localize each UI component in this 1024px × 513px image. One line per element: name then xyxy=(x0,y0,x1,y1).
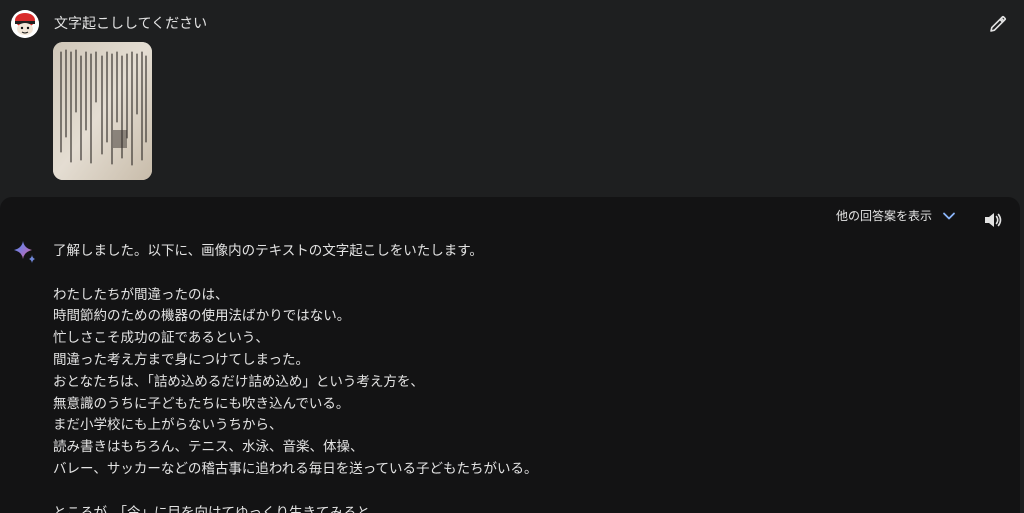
book-page-photo xyxy=(53,42,152,180)
transcript-line: 読み書きはもちろん、テニス、水泳、音楽、体操、 xyxy=(53,439,364,456)
transcript-line: 無意識のうちに子どもたちにも吹き込んでいる。 xyxy=(53,395,350,412)
transcript-line: バレー、サッカーなどの稽古事に追われる毎日を送っている子どもたちがいる。 xyxy=(53,460,538,477)
gemini-sparkle-icon xyxy=(13,240,37,264)
chat-page: 文字起こししてください 他の回答案を表示 了解しました。以下に、画像内のテキスト… xyxy=(0,0,1024,513)
transcript-line-partial: ところが、「今」に目を向けてゆっくり生きてみると、 xyxy=(53,504,383,513)
transcript-line: 忙しさこそ成功の証であるという、 xyxy=(53,330,269,347)
user-prompt-text: 文字起こししてください xyxy=(54,16,208,32)
transcript-line: わたしたちが間違ったのは、 xyxy=(53,286,229,303)
transcript-line: おとなたちは、「詰め込めるだけ詰め込め」という考え方を、 xyxy=(53,373,424,390)
chevron-down-icon xyxy=(942,211,956,221)
speaker-icon xyxy=(985,213,1002,227)
show-drafts-label: 他の回答案を表示 xyxy=(836,209,933,223)
transcript-line: 時間節約のための機器の使用法ばかりではない。 xyxy=(53,308,351,325)
edit-prompt-button[interactable] xyxy=(986,12,1010,36)
read-aloud-button[interactable] xyxy=(982,210,1004,230)
attached-image-thumbnail[interactable] xyxy=(53,42,152,180)
user-avatar[interactable] xyxy=(11,10,39,38)
transcript-line: 間違った考え方まで身につけてしまった。 xyxy=(53,351,309,368)
show-drafts-button[interactable]: 他の回答案を表示 xyxy=(836,208,956,224)
transcript-line: まだ小学校にも上がらないうちから、 xyxy=(53,417,283,434)
user-message: 文字起こししてください xyxy=(0,0,1024,196)
response-intro: 了解しました。以下に、画像内のテキストの文字起こしをいたします。 xyxy=(53,243,483,259)
pencil-icon xyxy=(990,15,1007,32)
model-response-card: 他の回答案を表示 了解しました。以下に、画像内のテキストの文字起こしをいたします… xyxy=(0,197,1020,513)
response-text: 了解しました。以下に、画像内のテキストの文字起こしをいたします。 わたしたちが間… xyxy=(53,241,953,513)
